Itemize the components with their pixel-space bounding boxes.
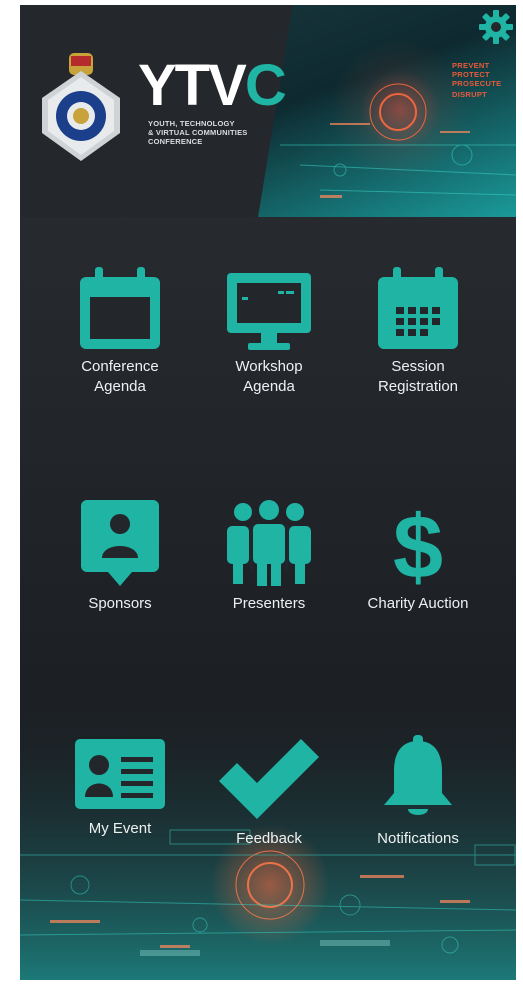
people-group-icon — [227, 500, 311, 586]
logo-main-text: YTV — [138, 53, 247, 118]
my-event-button[interactable]: My Event — [45, 735, 195, 839]
workshop-agenda-label: Workshop Agenda — [235, 358, 303, 395]
notifications-button[interactable]: Notifications — [343, 735, 493, 849]
calendar-grid-icon — [378, 267, 458, 349]
feedback-label: Feedback — [236, 830, 302, 847]
id-card-icon — [75, 739, 165, 809]
checkmark-icon — [219, 739, 319, 819]
charity-auction-label: Charity Auction — [367, 595, 469, 612]
person-speech-bubble-icon — [81, 500, 159, 586]
conference-agenda-button[interactable]: Conference Agenda — [45, 267, 195, 397]
workshop-agenda-button[interactable]: Workshop Agenda — [194, 267, 344, 397]
dollar-sign-icon: $ — [393, 500, 443, 588]
session-registration-label: Session Registration — [377, 358, 459, 395]
notifications-label: Notifications — [377, 830, 459, 847]
tagline-word: PREVENT — [452, 61, 490, 70]
logo-subtitle-line: YOUTH, TECHNOLOGY — [148, 119, 235, 128]
calendar-icon — [80, 267, 160, 349]
svg-text:$: $ — [393, 500, 443, 588]
charity-auction-button[interactable]: $ Charity Auction — [343, 500, 493, 614]
sponsors-button[interactable]: Sponsors — [45, 500, 195, 614]
feedback-button[interactable]: Feedback — [194, 735, 344, 849]
session-registration-button[interactable]: Session Registration — [343, 267, 493, 397]
queensland-police-badge-icon — [42, 53, 120, 161]
settings-button[interactable] — [478, 9, 516, 49]
gear-icon — [479, 10, 513, 44]
presenters-button[interactable]: Presenters — [194, 500, 344, 614]
my-event-label: My Event — [88, 820, 152, 837]
presenters-label: Presenters — [232, 595, 306, 612]
ytvc-logo: YTVC — [138, 57, 287, 115]
sponsors-label: Sponsors — [88, 595, 152, 612]
tagline-word: PROTECT — [452, 70, 490, 79]
monitor-icon — [227, 273, 311, 350]
header-banner: YTVC YOUTH, TECHNOLOGY & VIRTUAL COMMUNI… — [20, 5, 516, 217]
app-screen: YTVC YOUTH, TECHNOLOGY & VIRTUAL COMMUNI… — [20, 5, 516, 980]
logo-subtitle-line: CONFERENCE — [148, 137, 203, 146]
tagline-word: PROSECUTE — [452, 79, 502, 88]
tagline-word: DISRUPT — [452, 90, 488, 99]
logo-subtitle-line: & VIRTUAL COMMUNITIES — [148, 128, 248, 137]
tagline: PREVENT PROTECT PROSECUTE DISRUPT — [452, 61, 501, 99]
logo-subtitle: YOUTH, TECHNOLOGY & VIRTUAL COMMUNITIES … — [148, 119, 298, 146]
logo-accent-letter: C — [244, 53, 287, 118]
bell-icon — [384, 735, 452, 815]
conference-agenda-label: Conference Agenda — [81, 358, 159, 395]
